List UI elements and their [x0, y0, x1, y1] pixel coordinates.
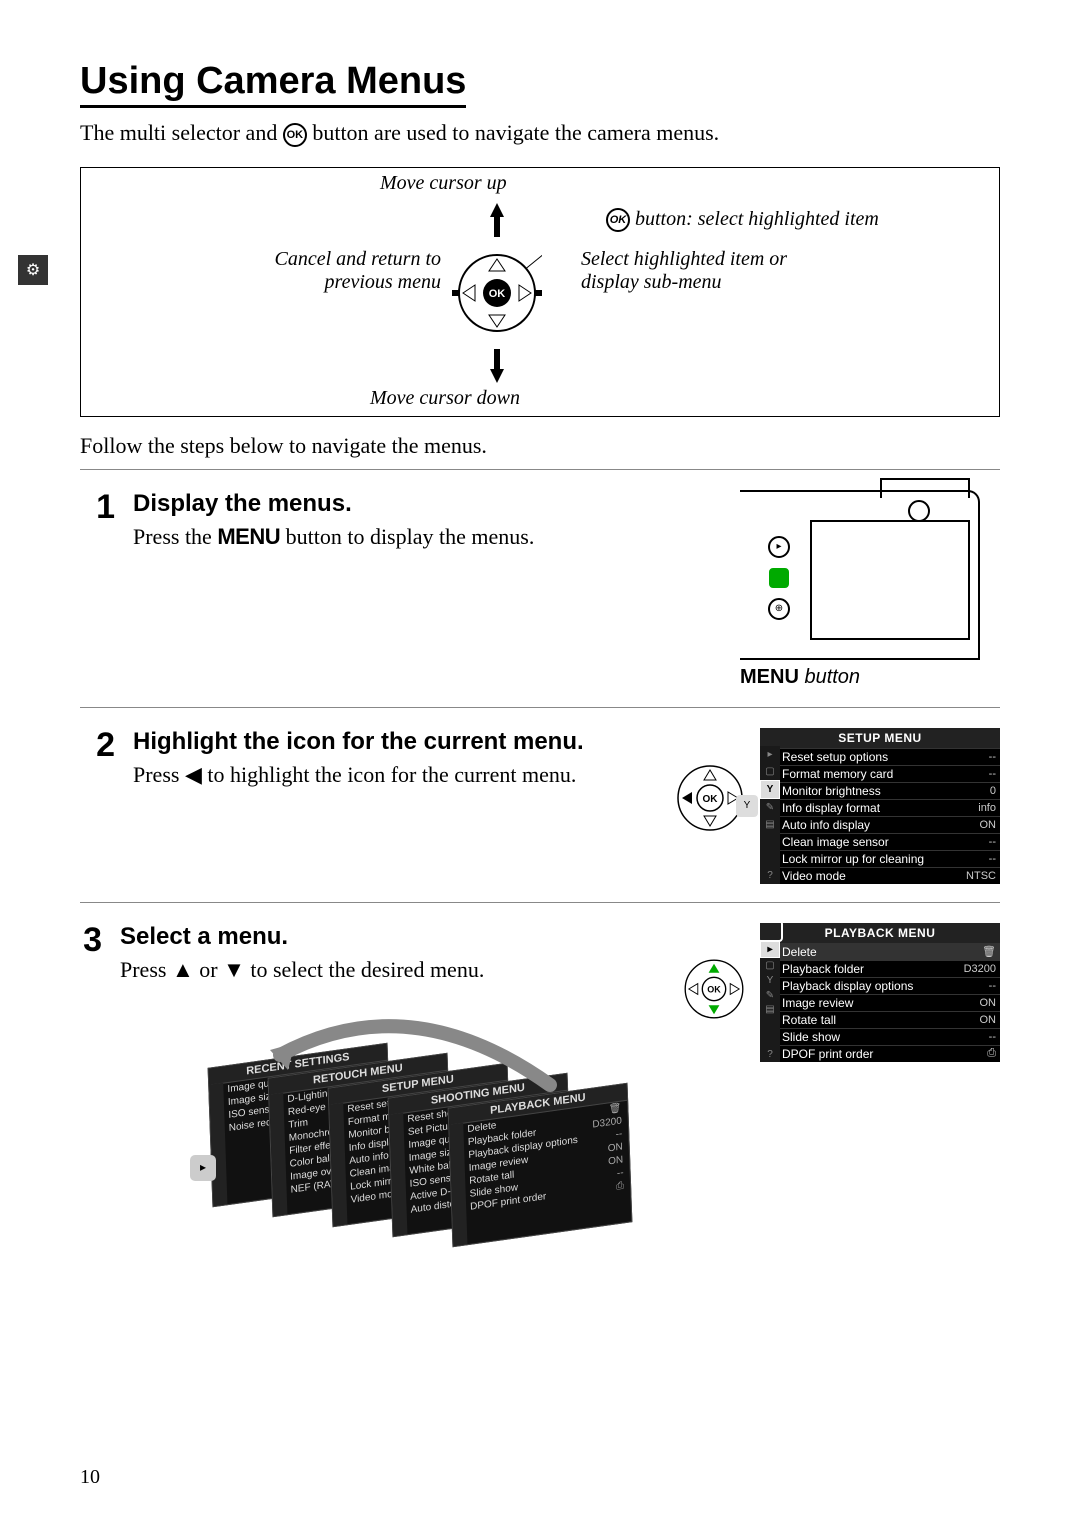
step-title: Highlight the icon for the current menu. — [133, 728, 652, 756]
selector-right-label: Select highlighted item or display sub-m… — [581, 248, 841, 294]
selector-up-label: Move cursor up — [380, 172, 507, 195]
step-number: 3 — [80, 923, 102, 957]
menu-row: Rotate tallON — [760, 1011, 1000, 1028]
step-text: Press the MENU button to display the men… — [133, 522, 722, 552]
menu-row: Auto info displayON — [760, 816, 1000, 833]
follow-text: Follow the steps below to navigate the m… — [80, 433, 1000, 459]
menu-row: Slide show-- — [760, 1028, 1000, 1045]
menu-row: Playback folderD3200 — [760, 960, 1000, 977]
svg-text:OK: OK — [707, 985, 721, 995]
playback-menu-screenshot: PLAYBACK MENU Delete🗑Playback folderD320… — [760, 923, 1000, 1062]
menu-row: Playback display options-- — [760, 977, 1000, 994]
step-title: Display the menus. — [133, 490, 722, 518]
svg-text:OK: OK — [703, 794, 719, 805]
ok-icon: OK — [283, 123, 307, 147]
camera-caption: MENU button — [740, 666, 1000, 689]
setup-menu-screenshot: SETUP MENU YReset setup options--Format … — [760, 728, 1000, 884]
menu-row: Video modeNTSC — [760, 867, 1000, 884]
step-number: 1 — [80, 490, 115, 524]
menu-row: Image reviewON — [760, 994, 1000, 1011]
section-tab-icon: ⚙ — [18, 255, 48, 285]
ok-icon: OK — [606, 208, 630, 232]
page-heading: Using Camera Menus — [80, 60, 466, 108]
steps-list: 1 Display the menus. Press the MENU butt… — [80, 469, 1000, 1303]
svg-text:OK: OK — [489, 288, 506, 300]
menu-row: Monitor brightness0 — [760, 782, 1000, 799]
multi-selector-svg: OK — [452, 203, 542, 383]
multi-selector-diagram: Move cursor up Move cursor down Cancel a… — [80, 167, 1000, 417]
menu-row: Format memory card-- — [760, 765, 1000, 782]
menu-row: Reset setup options-- — [760, 748, 1000, 765]
selector-ok-label: OK button: select highlighted item — [606, 208, 926, 232]
page-number: 10 — [80, 1466, 100, 1489]
mini-selector-updown: OK — [678, 953, 750, 1025]
selector-left-label: Cancel and return to previous menu — [221, 248, 441, 294]
step-1: 1 Display the menus. Press the MENU butt… — [80, 470, 1000, 708]
camera-illustration: ▸ ⊕ — [740, 490, 980, 660]
stack-card: PLAYBACK MENUDelete🗑Playback folderD3200… — [448, 1082, 633, 1247]
step-text: Press ▲ or ▼ to select the desired menu. — [120, 955, 660, 985]
menu-row: DPOF print order⎙ — [760, 1045, 1000, 1062]
step-3: 3 Select a menu. Press ▲ or ▼ to select … — [80, 903, 1000, 1303]
menu-row: Info display formatinfo — [760, 799, 1000, 816]
menu-row: Clean image sensor-- — [760, 833, 1000, 850]
step-text: Press ◀ to highlight the icon for the cu… — [133, 760, 652, 790]
menu-row: Lock mirror up for cleaning-- — [760, 850, 1000, 867]
menu-stack-illustration: RECENT SETTINGSImage qualityImage sizeIS… — [210, 1025, 660, 1285]
intro-text: The multi selector and OK button are use… — [80, 120, 1000, 147]
menu-row: Delete🗑 — [760, 943, 1000, 960]
step-number: 2 — [80, 728, 115, 762]
step-title: Select a menu. — [120, 923, 660, 951]
step-2: 2 Highlight the icon for the current men… — [80, 708, 1000, 903]
selector-down-label: Move cursor down — [370, 387, 520, 410]
